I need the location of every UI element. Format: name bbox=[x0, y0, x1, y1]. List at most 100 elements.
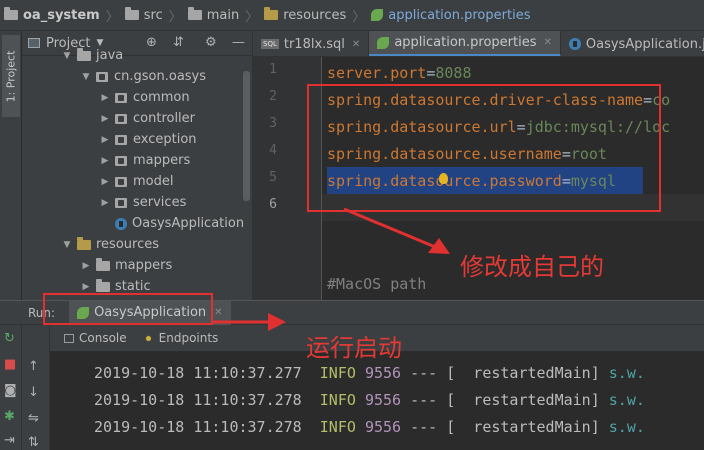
package-icon bbox=[115, 197, 127, 208]
tree-item[interactable]: ▼ resources bbox=[61, 234, 159, 255]
code-line[interactable]: server.port = 8088 bbox=[327, 59, 472, 86]
breadcrumb-item-src[interactable]: src bbox=[124, 7, 163, 23]
sql-file-icon: SQL bbox=[261, 39, 279, 49]
debug-icon[interactable]: ✱ bbox=[4, 409, 15, 424]
project-panel: Project ▼ ⊕ ⇵ ⚙ — ▼ java ▼ cn.gson.oasys ▶ co… bbox=[22, 31, 253, 300]
tree-item-label: cn.gson.oasys bbox=[114, 69, 207, 84]
resources-folder-icon bbox=[264, 7, 279, 20]
tree-item[interactable]: ▶ exception bbox=[99, 129, 197, 150]
close-icon[interactable]: ✕ bbox=[352, 39, 360, 50]
tree-item[interactable]: ▶ common bbox=[99, 87, 190, 108]
run-left-toolbar-outer: ↻ ■ ◙ ✱ ⇥ bbox=[0, 325, 22, 450]
project-tool-window-tab[interactable]: 1: Project bbox=[2, 35, 20, 117]
tree-item[interactable]: ▶ controller bbox=[99, 108, 196, 129]
soft-wrap-icon[interactable]: ⇋ bbox=[28, 411, 39, 426]
tree-item-label: static bbox=[115, 279, 151, 294]
close-icon[interactable]: ✕ bbox=[544, 37, 552, 48]
chevron-right-icon[interactable]: ▶ bbox=[99, 93, 111, 103]
line-number: 2 bbox=[269, 89, 277, 104]
run-left-toolbar: ↑ ↓ ⇋ ⇅ bbox=[22, 325, 50, 450]
gear-icon[interactable]: ⚙ bbox=[205, 35, 217, 50]
folder-icon bbox=[4, 7, 18, 20]
tab-tr18lx-sql[interactable]: SQL tr18lx.sql ✕ bbox=[253, 31, 370, 56]
package-icon bbox=[115, 155, 127, 166]
tree-item[interactable]: ▶ mappers bbox=[99, 150, 191, 171]
exit-icon[interactable]: ⇥ bbox=[4, 433, 15, 448]
chevron-right-icon[interactable]: ▶ bbox=[99, 198, 111, 208]
package-icon bbox=[115, 113, 127, 124]
chevron-down-icon[interactable]: ▼ bbox=[80, 72, 92, 82]
tree-item-label: resources bbox=[96, 237, 160, 252]
tree-item[interactable]: ▶ model bbox=[99, 171, 174, 192]
tree-item-label: mappers bbox=[115, 258, 173, 273]
tab-oasys-application-java[interactable]: OasysApplication.java bbox=[561, 31, 704, 56]
tree-item[interactable]: OasysApplication bbox=[99, 213, 244, 234]
console-icon bbox=[64, 333, 74, 343]
package-icon bbox=[115, 134, 127, 145]
stop-icon[interactable]: ■ bbox=[4, 357, 16, 372]
chevron-right-icon[interactable]: ▶ bbox=[99, 114, 111, 124]
annotation-arrow-run bbox=[212, 313, 286, 331]
line-number: 3 bbox=[269, 116, 277, 131]
chevron-right-icon[interactable]: ▶ bbox=[80, 261, 92, 271]
folder-icon bbox=[96, 278, 110, 292]
spring-leaf-icon bbox=[371, 9, 384, 21]
breadcrumb-item-oa-system[interactable]: oa_system bbox=[4, 7, 100, 23]
project-icon bbox=[28, 38, 40, 48]
tree-item[interactable]: ▼ cn.gson.oasys bbox=[80, 66, 207, 87]
log-line: 2019-10-18 11:10:37.278 INFO 9556 --- [ … bbox=[94, 391, 645, 409]
hide-panel-icon[interactable]: — bbox=[232, 35, 245, 50]
tree-item[interactable]: ▶ services bbox=[99, 192, 187, 213]
folder-icon bbox=[77, 47, 91, 61]
package-icon bbox=[115, 176, 127, 187]
annotation-arrow-config bbox=[343, 207, 450, 254]
tree-item-label: java bbox=[96, 48, 124, 63]
chevron-right-icon[interactable]: ▶ bbox=[80, 282, 92, 292]
project-toolbar: Project ▼ ⊕ ⇵ ⚙ — bbox=[22, 31, 252, 56]
rerun-icon[interactable]: ↻ bbox=[4, 331, 15, 346]
scroll-up-icon[interactable]: ↑ bbox=[28, 359, 39, 374]
java-class-icon bbox=[568, 38, 581, 50]
breadcrumb-separator: 〉 bbox=[168, 9, 182, 25]
breadcrumb-separator: 〉 bbox=[105, 9, 119, 25]
annotation-note-run: 运行启动 bbox=[306, 334, 402, 362]
camera-icon[interactable]: ◙ bbox=[4, 383, 17, 398]
scroll-down-icon[interactable]: ↓ bbox=[28, 385, 39, 400]
left-tool-strip: 1: Project bbox=[0, 31, 22, 300]
tree-item[interactable]: ▶ mappers bbox=[80, 255, 172, 276]
log-line: 2019-10-18 11:10:37.278 INFO 9556 --- [ … bbox=[94, 418, 645, 436]
tab-application-properties[interactable]: application.properties ✕ bbox=[369, 31, 561, 56]
console-output[interactable]: 2019-10-18 11:10:37.277 INFO 9556 --- [ … bbox=[50, 351, 704, 450]
tab-endpoints[interactable]: Endpoints bbox=[142, 331, 218, 345]
tree-item-label: exception bbox=[133, 132, 197, 147]
collapse-all-icon[interactable]: ⇵ bbox=[173, 35, 184, 50]
line-number: 4 bbox=[269, 143, 277, 158]
breadcrumb-item-resources[interactable]: resources bbox=[264, 7, 346, 23]
chevron-right-icon[interactable]: ▶ bbox=[99, 177, 111, 187]
annotation-note-edit: 修改成自己的 bbox=[460, 253, 604, 281]
project-scrollbar[interactable] bbox=[243, 71, 250, 201]
tree-item-label: services bbox=[133, 195, 187, 210]
resources-folder-icon bbox=[77, 236, 91, 250]
chevron-right-icon[interactable]: ▶ bbox=[99, 156, 111, 166]
code-comment[interactable]: #MacOS path bbox=[327, 275, 426, 293]
tree-item-label: mappers bbox=[133, 153, 191, 168]
locate-icon[interactable]: ⊕ bbox=[146, 35, 157, 50]
line-number: 6 bbox=[269, 197, 277, 212]
breadcrumb-item-main[interactable]: main bbox=[187, 7, 239, 23]
breadcrumb-separator: 〉 bbox=[245, 9, 259, 25]
chevron-down-icon[interactable]: ▼ bbox=[61, 240, 73, 250]
sort-icon[interactable]: ⇅ bbox=[28, 435, 39, 450]
editor-tab-bar: SQL tr18lx.sql ✕ application.properties … bbox=[253, 31, 704, 57]
breadcrumb-item-application-properties[interactable]: application.properties bbox=[371, 8, 530, 23]
tab-console[interactable]: Console bbox=[64, 331, 127, 345]
tree-item-label: common bbox=[133, 90, 190, 105]
tree-item[interactable]: ▼ java bbox=[61, 45, 123, 66]
tree-item-label: model bbox=[133, 174, 174, 189]
folder-icon bbox=[96, 257, 110, 271]
breadcrumb: oa_system 〉 src 〉 main 〉 resources 〉 app… bbox=[0, 0, 704, 31]
chevron-down-icon[interactable]: ▼ bbox=[61, 51, 73, 61]
chevron-right-icon[interactable]: ▶ bbox=[99, 135, 111, 145]
spring-boot-class-icon bbox=[115, 217, 127, 230]
endpoints-icon bbox=[142, 332, 154, 344]
